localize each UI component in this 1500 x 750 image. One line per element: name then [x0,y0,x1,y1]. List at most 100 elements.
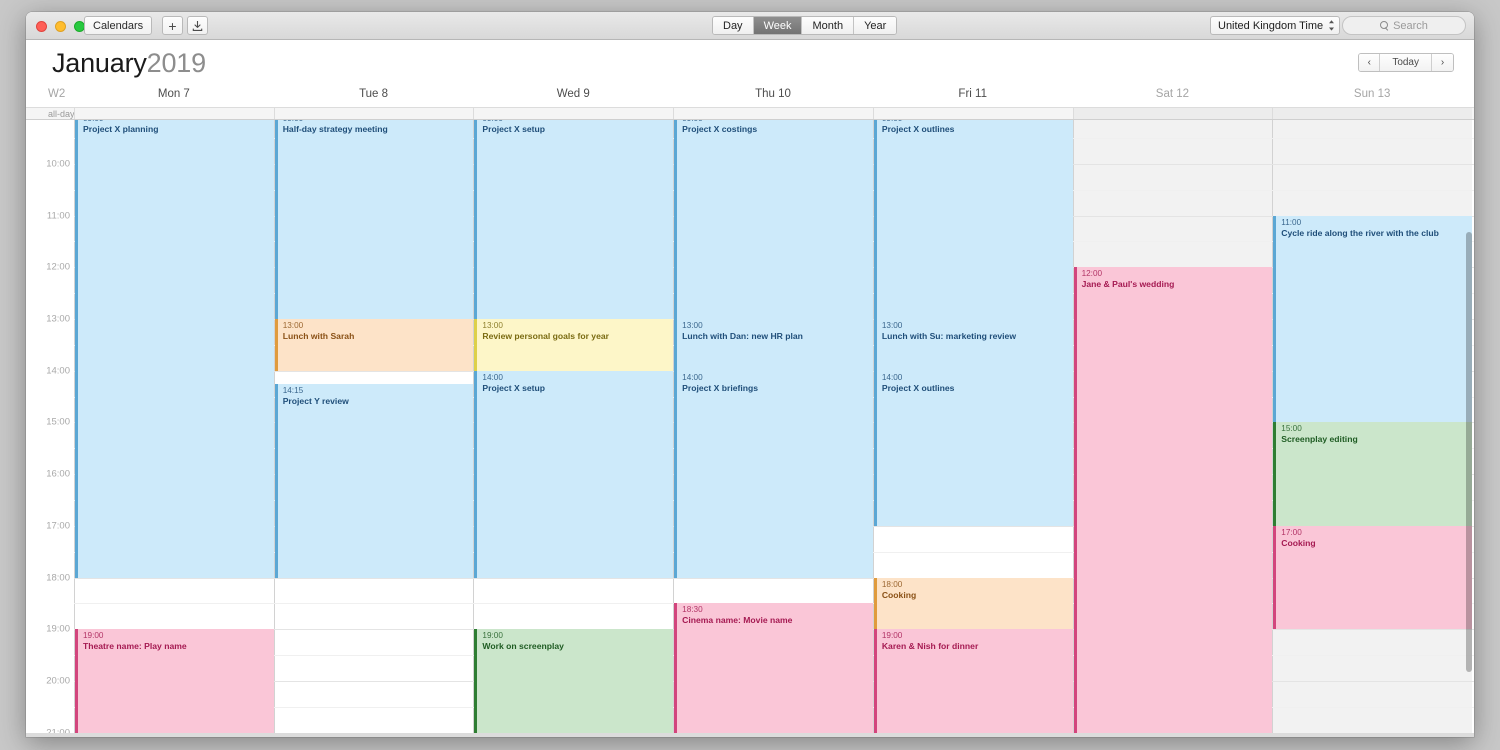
event-title: Theatre name: Play name [83,641,187,652]
close-window-button[interactable] [36,21,47,32]
view-mode-year[interactable]: Year [854,17,897,34]
event-time: 11:00 [1281,217,1302,227]
day-header-label: Wed 9 [556,88,590,100]
event-time: 12:00 [1081,269,1103,279]
year-label: 2019 [146,48,206,78]
grid-canvas[interactable]: 09:00Project X planning19:00Theatre name… [74,120,1474,737]
event-title: Project X briefings [682,382,759,393]
event-time: 19:00 [881,631,903,641]
date-navigation-group[interactable]: ‹ Today › [1358,53,1454,72]
day-header-fri-11[interactable]: Fri 11 [873,84,1073,107]
event-time: 09:00 [482,120,673,124]
week-grid[interactable]: 09:00Project X planning19:00Theatre name… [26,120,1474,737]
calendar-event[interactable]: 15:00 Screenplay editing [1273,422,1472,526]
calendar-window: Calendars + Day Week Month Year United K… [26,12,1474,737]
day-header-tue-8[interactable]: Tue 8 [274,84,474,107]
view-mode-segmented-control[interactable]: Day Week Month Year [712,16,898,35]
calendar-event[interactable]: 12:00 Jane & Paul's wedding [1073,267,1273,737]
all-day-cell[interactable] [673,108,873,119]
event-title: Half-day strategy meeting [282,124,388,135]
scrollbar-thumb[interactable] [1466,232,1472,672]
calendar-event[interactable]: 14:00 Project X briefings [674,370,873,578]
calendar-event[interactable]: 09:00Project X setup [474,120,674,320]
time-gutter: 10:00 11:00 12:00 13:00 14:00 15:00 16:00 17:00… [26,120,74,737]
day-header-sat-12[interactable]: Sat 12 [1073,84,1273,107]
calendar-event[interactable]: 09:00Half-day strategy meeting [274,120,474,320]
day-header-mon-7[interactable]: Mon 7 [74,84,274,107]
all-day-cell[interactable] [1272,108,1472,119]
event-time: 15:00 [1281,424,1302,434]
timezone-label: United Kingdom Time [1218,19,1324,32]
event-time: 09:00 [682,120,873,124]
calendar-event[interactable]: 19:00 Theatre name: Play name [75,629,274,737]
minimize-window-button[interactable] [55,21,66,32]
event-title: Project Y review [282,395,349,406]
event-title: Project X setup [482,124,545,135]
calendar-event[interactable]: 14:15 Project Y review [274,383,474,578]
calendar-event[interactable]: 13:00 Lunch with Su: marketing review [873,319,1073,371]
calendar-event[interactable]: 14:00 Project X setup [474,370,674,578]
hour-label: 19:00 [46,623,70,635]
calendar-event[interactable]: 14:00 Project X outlines [873,370,1073,526]
calendar-event[interactable]: 18:00 Cooking [873,577,1073,630]
next-week-button[interactable]: › [1432,54,1453,71]
event-time: 13:00 [682,321,703,331]
event-time: 18:00 [881,579,903,589]
calendar-event[interactable]: 09:00Project X planning [75,120,274,578]
event-time: 13:00 [482,321,503,331]
view-mode-day[interactable]: Day [713,17,754,34]
day-header-label: Sun 13 [1353,88,1391,100]
day-header-thu-10[interactable]: Thu 10 [673,84,873,107]
event-time: 14:00 [482,372,503,382]
previous-week-button[interactable]: ‹ [1359,54,1381,71]
day-header-label: Mon 7 [157,88,190,100]
event-title: Project X planning [83,124,159,135]
hour-label: 18:00 [46,572,70,584]
calendar-event[interactable]: 19:00 Karen & Nish for dinner [873,629,1073,737]
calendar-event[interactable]: 18:30 Cinema name: Movie name [674,603,873,733]
event-time: 09:00 [882,120,1073,124]
event-title: Project X setup [482,382,545,393]
view-mode-month[interactable]: Month [802,17,855,34]
event-title: Review personal goals for year [482,331,609,342]
event-title: Karen & Nish for dinner [881,641,979,652]
vertical-scrollbar[interactable] [1464,120,1473,737]
hour-label: 13:00 [46,313,70,325]
event-time: 09:00 [283,120,474,124]
calendar-event[interactable]: 09:00Project X outlines [873,120,1073,320]
event-time: 13:00 [282,321,304,331]
calendar-event[interactable]: 09:00Project X costings [674,120,873,320]
traffic-light-group [36,21,85,32]
day-header-label: Tue 8 [359,88,389,100]
all-day-cell[interactable] [273,108,474,119]
day-header-sun-13[interactable]: Sun 13 [1272,84,1472,107]
export-icon[interactable] [187,16,208,35]
timezone-select[interactable]: United Kingdom Time [1210,16,1341,35]
calendar-event[interactable]: 13:00 Review personal goals for year [474,319,674,371]
search-placeholder: Search [1393,19,1428,32]
search-icon [1380,21,1389,30]
day-header-wed-9[interactable]: Wed 9 [473,84,673,107]
all-day-cell[interactable] [473,108,673,119]
calendar-event[interactable]: 17:00 Cooking [1273,525,1472,630]
calendar-event[interactable]: 19:00 Work on screenplay [474,629,674,737]
calendar-event[interactable]: 13:00 Lunch with Sarah [274,319,474,371]
view-mode-week[interactable]: Week [753,17,803,34]
all-day-row[interactable]: all-day [26,107,1474,120]
add-event-button[interactable]: + [162,16,183,35]
event-time: 14:00 [881,372,903,382]
today-button[interactable]: Today [1380,54,1432,71]
all-day-cell[interactable] [74,108,274,119]
calendar-event[interactable]: 11:00 Cycle ride along the river with the… [1273,215,1472,423]
event-time: 14:00 [682,372,703,382]
calendars-button[interactable]: Calendars [84,16,153,35]
calendar-event[interactable]: 13:00 Lunch with Dan: new HR plan [674,319,873,371]
all-day-cell[interactable] [1072,108,1273,119]
event-title: Project X outlines [881,124,955,135]
search-input[interactable]: Search [1342,16,1466,35]
all-day-cell[interactable] [872,108,1073,119]
event-time: 17:00 [1281,527,1302,537]
event-title: Lunch with Dan: new HR plan [682,331,803,342]
day-header-label: Sat 12 [1155,88,1190,100]
hour-label: 14:00 [46,365,70,377]
